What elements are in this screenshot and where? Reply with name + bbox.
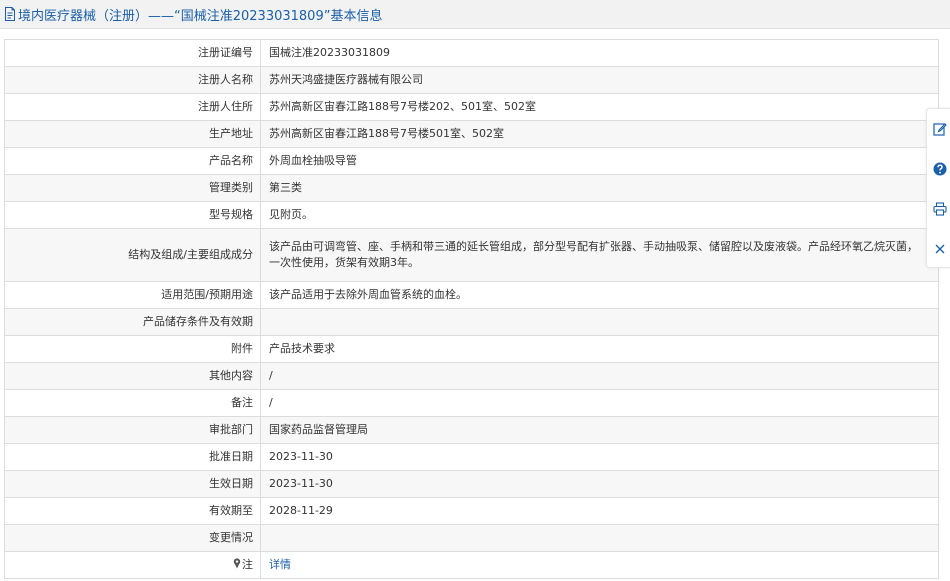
row-label: 生效日期 xyxy=(4,470,261,498)
row-value: 见附页。 xyxy=(260,201,939,229)
row-label: 附件 xyxy=(4,335,261,363)
row-value: / xyxy=(260,389,939,417)
table-row-attachment: 附件 产品技术要求 xyxy=(4,335,939,363)
table-row-remarks: 备注 / xyxy=(4,389,939,417)
detail-table: 注册证编号 国械注准20233031809 注册人名称 苏州天鸿盛捷医疗器械有限… xyxy=(4,39,939,579)
row-label: 有效期至 xyxy=(4,497,261,525)
row-value: 苏州高新区宙春江路188号7号楼501室、502室 xyxy=(260,120,939,148)
row-label: 批准日期 xyxy=(4,443,261,471)
row-value: 2028-11-29 xyxy=(260,497,939,525)
table-row-effective-date: 生效日期 2023-11-30 xyxy=(4,470,939,498)
table-row-product-name: 产品名称 外周血栓抽吸导管 xyxy=(4,147,939,175)
row-label: 注 xyxy=(4,551,261,579)
row-label: 结构及组成/主要组成成分 xyxy=(4,228,261,282)
table-row-expiry-date: 有效期至 2028-11-29 xyxy=(4,497,939,525)
row-value: 外周血栓抽吸导管 xyxy=(260,147,939,175)
table-row-intended-use: 适用范围/预期用途 该产品适用于去除外周血管系统的血栓。 xyxy=(4,281,939,309)
row-label: 注册人住所 xyxy=(4,93,261,121)
page-header: 境内医疗器械（注册）——“国械注准20233031809”基本信息 xyxy=(0,0,950,29)
table-row-management-class: 管理类别 第三类 xyxy=(4,174,939,202)
detail-table-container: 注册证编号 国械注准20233031809 注册人名称 苏州天鸿盛捷医疗器械有限… xyxy=(4,39,939,579)
table-row-approval-date: 批准日期 2023-11-30 xyxy=(4,443,939,471)
close-icon[interactable] xyxy=(933,242,947,256)
table-row-model-spec: 型号规格 见附页。 xyxy=(4,201,939,229)
table-row-structure: 结构及组成/主要组成成分 该产品由可调弯管、座、手柄和带三通的延长管组成，部分型… xyxy=(4,228,939,282)
table-row-storage: 产品储存条件及有效期 xyxy=(4,308,939,336)
row-value: 该产品适用于去除外周血管系统的血栓。 xyxy=(260,281,939,309)
row-value: 该产品由可调弯管、座、手柄和带三通的延长管组成，部分型号配有扩张器、手动抽吸泵、… xyxy=(260,228,939,282)
row-value: / xyxy=(260,362,939,390)
table-row-production-address: 生产地址 苏州高新区宙春江路188号7号楼501室、502室 xyxy=(4,120,939,148)
row-value: 苏州高新区宙春江路188号7号楼202、501室、502室 xyxy=(260,93,939,121)
row-value: 国械注准20233031809 xyxy=(260,39,939,67)
page-title: 境内医疗器械（注册）——“国械注准20233031809”基本信息 xyxy=(18,8,383,24)
table-row-other: 其他内容 / xyxy=(4,362,939,390)
table-row-approval-dept: 审批部门 国家药品监督管理局 xyxy=(4,416,939,444)
row-value: 2023-11-30 xyxy=(260,443,939,471)
floating-toolbar xyxy=(926,108,950,268)
row-label: 管理类别 xyxy=(4,174,261,202)
row-value xyxy=(260,308,939,336)
row-value: 苏州天鸿盛捷医疗器械有限公司 xyxy=(260,66,939,94)
row-value: 2023-11-30 xyxy=(260,470,939,498)
row-label: 产品储存条件及有效期 xyxy=(4,308,261,336)
row-value: 详情 xyxy=(260,551,939,579)
edit-icon[interactable] xyxy=(933,122,947,136)
row-label: 适用范围/预期用途 xyxy=(4,281,261,309)
table-row-registration-number: 注册证编号 国械注准20233031809 xyxy=(4,39,939,67)
row-label: 备注 xyxy=(4,389,261,417)
table-row-changes: 变更情况 xyxy=(4,524,939,552)
row-label: 注册人名称 xyxy=(4,66,261,94)
row-label: 型号规格 xyxy=(4,201,261,229)
row-label: 审批部门 xyxy=(4,416,261,444)
table-row-note: 注 详情 xyxy=(4,551,939,579)
row-label: 其他内容 xyxy=(4,362,261,390)
row-label: 生产地址 xyxy=(4,120,261,148)
row-value xyxy=(260,524,939,552)
row-value: 国家药品监督管理局 xyxy=(260,416,939,444)
pin-icon xyxy=(233,558,241,569)
print-icon[interactable] xyxy=(933,202,947,216)
details-link[interactable]: 详情 xyxy=(269,558,291,571)
help-icon[interactable] xyxy=(933,162,947,176)
table-row-registrant-name: 注册人名称 苏州天鸿盛捷医疗器械有限公司 xyxy=(4,66,939,94)
note-label: 注 xyxy=(242,558,253,571)
row-label: 产品名称 xyxy=(4,147,261,175)
table-row-registrant-address: 注册人住所 苏州高新区宙春江路188号7号楼202、501室、502室 xyxy=(4,93,939,121)
document-icon xyxy=(5,7,15,21)
row-value: 产品技术要求 xyxy=(260,335,939,363)
row-label: 变更情况 xyxy=(4,524,261,552)
row-label: 注册证编号 xyxy=(4,39,261,67)
row-value: 第三类 xyxy=(260,174,939,202)
